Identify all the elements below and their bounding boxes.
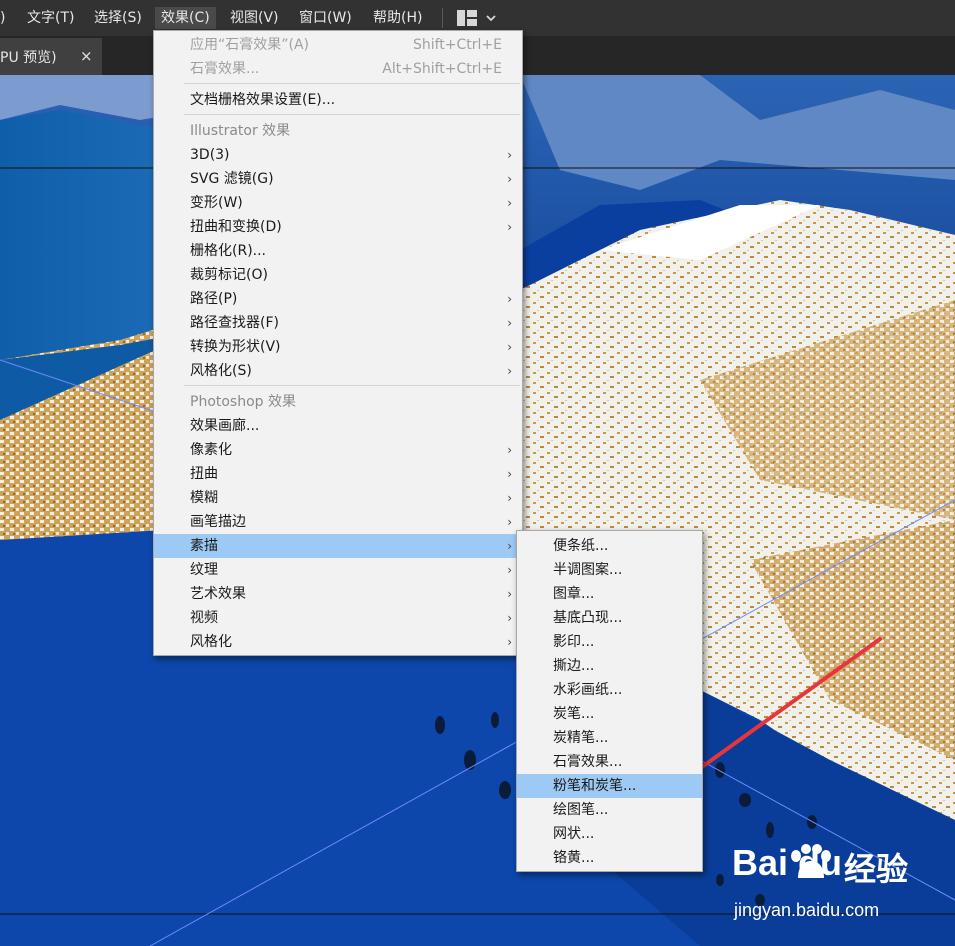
chevron-right-icon: › bbox=[507, 196, 512, 210]
document-tab-label: PU 预览) bbox=[0, 50, 57, 66]
menu-window[interactable]: 窗口(W) bbox=[299, 7, 352, 29]
chevron-right-icon: › bbox=[507, 467, 512, 481]
menu-item-stylize-illustrator[interactable]: 风格化(S) › bbox=[154, 359, 522, 383]
menu-item-artistic[interactable]: 艺术效果 › bbox=[154, 582, 522, 606]
menu-item-last-effect[interactable]: 石膏效果... Alt+Shift+Ctrl+E bbox=[154, 57, 522, 81]
submenu-item-halftone-pattern[interactable]: 半调图案... bbox=[517, 558, 702, 582]
close-icon[interactable]: × bbox=[80, 47, 93, 65]
chevron-right-icon: › bbox=[507, 611, 512, 625]
menu-separator bbox=[184, 114, 520, 115]
menu-select[interactable]: 选择(S) bbox=[94, 7, 142, 29]
submenu-item-graphic-pen[interactable]: 绘图笔... bbox=[517, 798, 702, 822]
submenu-item-chrome[interactable]: 铬黄... bbox=[517, 846, 702, 870]
menu-item-stylize-photoshop[interactable]: 风格化 › bbox=[154, 630, 522, 654]
chevron-right-icon: › bbox=[507, 220, 512, 234]
shortcut-label: Alt+Shift+Ctrl+E bbox=[382, 61, 502, 77]
chevron-right-icon: › bbox=[507, 539, 512, 553]
submenu-item-photocopy[interactable]: 影印... bbox=[517, 630, 702, 654]
workspace-layout-button[interactable] bbox=[455, 9, 500, 27]
watermark-brand: 经验 bbox=[844, 850, 909, 888]
chevron-right-icon: › bbox=[507, 563, 512, 577]
shortcut-label: Shift+Ctrl+E bbox=[412, 37, 502, 53]
menu-item-warp[interactable]: 变形(W) › bbox=[154, 191, 522, 215]
menu-item-convert-to-shape[interactable]: 转换为形状(V) › bbox=[154, 335, 522, 359]
submenu-item-conte-crayon[interactable]: 炭精笔... bbox=[517, 726, 702, 750]
menu-item-effect-gallery[interactable]: 效果画廊... bbox=[154, 414, 522, 438]
chevron-right-icon: › bbox=[507, 587, 512, 601]
menu-item-path[interactable]: 路径(P) › bbox=[154, 287, 522, 311]
sketch-submenu: 便条纸... 半调图案... 图章... 基底凸现... 影印... 撕边...… bbox=[516, 530, 703, 872]
chevron-right-icon: › bbox=[507, 364, 512, 378]
menu-item-pathfinder[interactable]: 路径查找器(F) › bbox=[154, 311, 522, 335]
submenu-item-chalk-charcoal[interactable]: 粉笔和炭笔... bbox=[517, 774, 702, 798]
menu-item-apply-last-effect[interactable]: 应用“石膏效果”(A) Shift+Ctrl+E bbox=[154, 33, 522, 57]
watermark-url: jingyan.baidu.com bbox=[734, 900, 880, 920]
menu-view[interactable]: 视图(V) bbox=[230, 7, 279, 29]
submenu-item-charcoal[interactable]: 炭笔... bbox=[517, 702, 702, 726]
chevron-down-icon bbox=[486, 15, 496, 22]
chevron-right-icon: › bbox=[507, 491, 512, 505]
chevron-right-icon: › bbox=[507, 443, 512, 457]
effect-menu-dropdown: 应用“石膏效果”(A) Shift+Ctrl+E 石膏效果... Alt+Shi… bbox=[153, 30, 523, 656]
submenu-item-stamp[interactable]: 图章... bbox=[517, 582, 702, 606]
menu-item-pixelate[interactable]: 像素化 › bbox=[154, 438, 522, 462]
section-header-photoshop-effects: Photoshop 效果 bbox=[190, 394, 297, 410]
submenu-item-reticulation[interactable]: 网状... bbox=[517, 822, 702, 846]
menu-item-distort[interactable]: 扭曲 › bbox=[154, 462, 522, 486]
menu-item-distort-transform[interactable]: 扭曲和变换(D) › bbox=[154, 215, 522, 239]
menu-item-svg-filters[interactable]: SVG 滤镜(G) › bbox=[154, 167, 522, 191]
menubar-divider bbox=[442, 8, 443, 28]
menu-item-crop-marks[interactable]: 裁剪标记(O) bbox=[154, 263, 522, 287]
menu-effect[interactable]: 效果(C) bbox=[155, 7, 216, 29]
document-tab[interactable]: PU 预览) × bbox=[0, 38, 102, 75]
chevron-right-icon: › bbox=[507, 148, 512, 162]
menu-help[interactable]: 帮助(H) bbox=[373, 7, 422, 29]
menu-item-brush-strokes[interactable]: 画笔描边 › bbox=[154, 510, 522, 534]
menu-item-video[interactable]: 视频 › bbox=[154, 606, 522, 630]
menu-item-texture[interactable]: 纹理 › bbox=[154, 558, 522, 582]
baidu-jingyan-watermark: Bai du 经验 jingyan.baidu.com bbox=[732, 842, 952, 926]
watermark-logo-text: Bai du bbox=[732, 842, 843, 883]
menu-separator bbox=[184, 83, 520, 84]
menu-separator bbox=[184, 385, 520, 386]
chevron-right-icon: › bbox=[507, 172, 512, 186]
submenu-item-water-paper[interactable]: 水彩画纸... bbox=[517, 678, 702, 702]
submenu-item-note-paper[interactable]: 便条纸... bbox=[517, 534, 702, 558]
menu-item-document-raster-settings[interactable]: 文档栅格效果设置(E)... bbox=[154, 88, 522, 112]
submenu-item-plaster[interactable]: 石膏效果... bbox=[517, 750, 702, 774]
workspace-layout-icon bbox=[457, 10, 496, 26]
chevron-right-icon: › bbox=[507, 292, 512, 306]
menu-item-rasterize[interactable]: 栅格化(R)... bbox=[154, 239, 522, 263]
submenu-item-bas-relief[interactable]: 基底凸现... bbox=[517, 606, 702, 630]
chevron-right-icon: › bbox=[507, 316, 512, 330]
section-header-illustrator-effects: Illustrator 效果 bbox=[190, 123, 291, 139]
chevron-right-icon: › bbox=[507, 340, 512, 354]
menu-item-sketch[interactable]: 素描 › bbox=[154, 534, 522, 558]
submenu-item-torn-edges[interactable]: 撕边... bbox=[517, 654, 702, 678]
chevron-right-icon: › bbox=[507, 515, 512, 529]
chevron-right-icon: › bbox=[507, 635, 512, 649]
menu-type[interactable]: 文字(T) bbox=[27, 7, 74, 29]
menu-object-partial[interactable]: ) bbox=[0, 7, 5, 29]
menu-item-3d[interactable]: 3D(3) › bbox=[154, 143, 522, 167]
menu-item-blur[interactable]: 模糊 › bbox=[154, 486, 522, 510]
